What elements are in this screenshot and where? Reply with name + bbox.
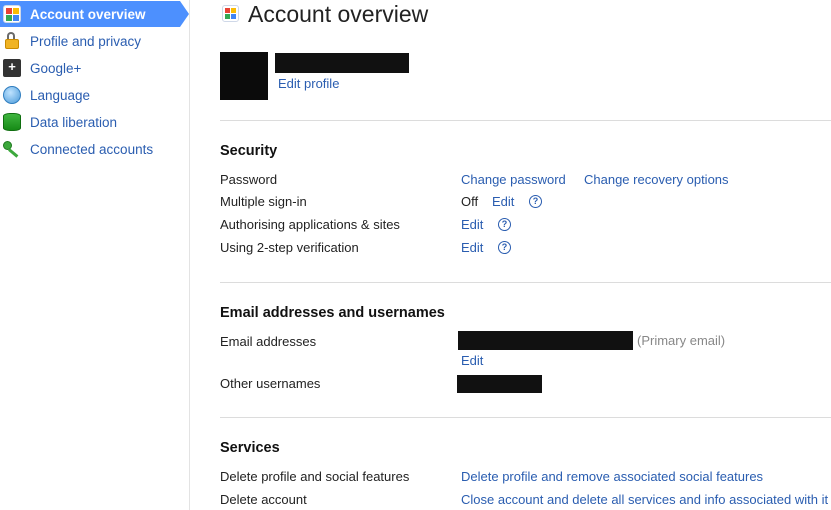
help-icon[interactable]: ? [498, 241, 511, 254]
divider [220, 417, 831, 418]
avatar[interactable] [220, 52, 268, 100]
sidebar-item-label: Account overview [30, 6, 146, 22]
sidebar-item-label: Google+ [30, 60, 82, 76]
sidebar-item-connected-accounts[interactable]: Connected accounts [0, 136, 189, 162]
close-account-link[interactable]: Close account and delete all services an… [461, 492, 828, 507]
lock-icon [3, 32, 21, 50]
sidebar: Account overview Profile and privacy + G… [0, 0, 190, 510]
divider [220, 120, 831, 121]
password-label: Password [220, 172, 278, 187]
sidebar-item-data-liberation[interactable]: Data liberation [0, 109, 189, 135]
delete-account-label: Delete account [220, 492, 307, 507]
services-section-title: Services [220, 440, 280, 456]
sidebar-item-label: Language [30, 87, 91, 103]
main-content: Account overview Edit profile Security P… [220, 0, 831, 510]
delete-profile-label: Delete profile and social features [220, 469, 410, 484]
two-step-label: Using 2-step verification [220, 240, 359, 255]
redacted-username [457, 375, 542, 393]
sidebar-item-language[interactable]: Language [0, 82, 189, 108]
database-icon [3, 113, 21, 131]
multiple-signin-status: Off [461, 194, 479, 209]
change-password-link[interactable]: Change password [461, 172, 566, 187]
language-icon [3, 86, 21, 104]
google-plus-icon: + [3, 59, 21, 77]
multiple-signin-label: Multiple sign-in [220, 194, 307, 209]
page-title: Account overview [248, 1, 429, 27]
help-icon[interactable]: ? [498, 218, 511, 231]
security-section-title: Security [220, 143, 278, 159]
email-addresses-label: Email addresses [220, 334, 317, 349]
redacted-name [275, 53, 409, 73]
primary-email-note: (Primary email) [637, 333, 726, 348]
sidebar-item-label: Connected accounts [30, 141, 154, 157]
sidebar-item-label: Profile and privacy [30, 33, 142, 49]
help-icon[interactable]: ? [529, 195, 542, 208]
google-logo-icon [222, 5, 239, 22]
authorising-apps-label: Authorising applications & sites [220, 217, 400, 232]
email-edit-link[interactable]: Edit [461, 353, 483, 368]
key-icon [3, 140, 21, 158]
authorising-apps-edit-link[interactable]: Edit [461, 217, 483, 232]
divider [220, 282, 831, 283]
sidebar-item-google-plus[interactable]: + Google+ [0, 55, 189, 81]
google-icon [3, 5, 21, 23]
multiple-signin-edit-link[interactable]: Edit [492, 194, 514, 209]
sidebar-item-account-overview[interactable]: Account overview [0, 1, 189, 27]
other-usernames-label: Other usernames [220, 376, 321, 391]
sidebar-item-label: Data liberation [30, 114, 118, 130]
sidebar-item-profile-privacy[interactable]: Profile and privacy [0, 28, 189, 54]
two-step-edit-link[interactable]: Edit [461, 240, 483, 255]
email-section-title: Email addresses and usernames [220, 305, 445, 321]
change-recovery-options-link[interactable]: Change recovery options [584, 172, 729, 187]
edit-profile-link[interactable]: Edit profile [278, 76, 339, 91]
redacted-email [458, 331, 633, 350]
delete-profile-link[interactable]: Delete profile and remove associated soc… [461, 469, 763, 484]
